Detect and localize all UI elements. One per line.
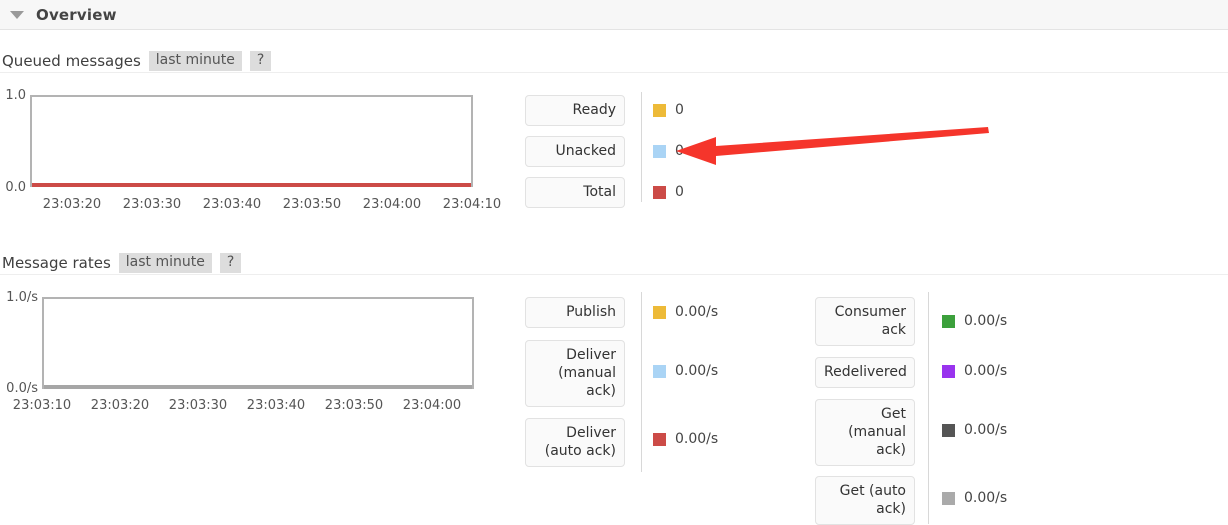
page-title: Overview xyxy=(36,5,117,24)
red-arrow-annotation xyxy=(676,127,989,165)
message-rates-help-icon[interactable]: ? xyxy=(219,252,242,273)
chart1-xtick-0: 23:03:20 xyxy=(42,197,102,212)
legend-button-get-manual-ack[interactable]: Get (manual ack) xyxy=(815,399,915,466)
legend-button-deliver-manual-ack[interactable]: Deliver (manual ack) xyxy=(525,340,625,407)
value-get-manual-ack: 0.00/s xyxy=(964,422,1008,438)
chart2-xtick-1: 23:03:20 xyxy=(90,398,150,413)
value-get-auto-ack: 0.00/s xyxy=(964,490,1008,506)
overview-section-header[interactable]: Overview xyxy=(0,0,1228,30)
legend-button-redelivered[interactable]: Redelivered xyxy=(815,357,915,388)
legend-item-total[interactable]: Total xyxy=(525,177,625,208)
swatch-unacked-icon xyxy=(653,144,666,158)
queued-messages-header: Queued messages last minute ? xyxy=(0,49,1228,73)
swatch-get-manual-ack-icon xyxy=(942,423,955,437)
chart2-plot-area[interactable] xyxy=(42,297,474,389)
value-deliver-manual-ack: 0.00/s xyxy=(675,363,719,379)
legend-item-get-manual-ack[interactable]: Get (manual ack) xyxy=(815,399,915,466)
legend-item-redelivered[interactable]: Redelivered xyxy=(815,357,915,388)
legend-divider-3 xyxy=(928,292,929,524)
value-unacked: 0 xyxy=(675,143,684,159)
legend-value-ready: 0 xyxy=(653,102,684,118)
swatch-total-icon xyxy=(653,185,666,199)
legend-button-deliver-auto-ack[interactable]: Deliver (auto ack) xyxy=(525,418,625,467)
queued-messages-period-badge[interactable]: last minute xyxy=(148,50,242,71)
legend-value-publish: 0.00/s xyxy=(653,304,718,320)
legend-item-deliver-manual-ack[interactable]: Deliver (manual ack) xyxy=(525,340,625,407)
chart2-baseline xyxy=(44,385,472,389)
chart2-xtick-3: 23:03:40 xyxy=(246,398,306,413)
value-publish: 0.00/s xyxy=(675,304,719,320)
value-deliver-auto-ack: 0.00/s xyxy=(675,431,719,447)
legend-item-get-auto-ack[interactable]: Get (auto ack) xyxy=(815,476,915,525)
chart1-ytick-min: 0.0 xyxy=(5,180,26,195)
value-redelivered: 0.00/s xyxy=(964,363,1008,379)
swatch-get-auto-ack-icon xyxy=(942,491,955,505)
legend-item-ready[interactable]: Ready xyxy=(525,95,625,126)
chart2-ytick-min: 0.0/s xyxy=(6,381,38,396)
legend-button-get-auto-ack[interactable]: Get (auto ack) xyxy=(815,476,915,525)
legend-value-unacked: 0 xyxy=(653,143,684,159)
legend-item-publish[interactable]: Publish xyxy=(525,297,625,328)
chart1-xtick-1: 23:03:30 xyxy=(122,197,182,212)
legend-item-consumer-ack[interactable]: Consumer ack xyxy=(815,297,915,346)
triangle-down-icon[interactable] xyxy=(10,10,24,19)
message-rates-label: Message rates xyxy=(2,253,111,272)
legend-button-total[interactable]: Total xyxy=(525,177,625,208)
message-rates-period-badge[interactable]: last minute xyxy=(118,252,212,273)
swatch-publish-icon xyxy=(653,305,666,319)
value-total: 0 xyxy=(675,184,684,200)
chart1-xtick-3: 23:03:50 xyxy=(282,197,342,212)
legend-value-deliver-auto-ack: 0.00/s xyxy=(653,431,718,447)
chart2-xtick-5: 23:04:00 xyxy=(402,398,462,413)
chart2-xtick-2: 23:03:30 xyxy=(168,398,228,413)
chart1-xtick-5: 23:04:10 xyxy=(442,197,502,212)
value-ready: 0 xyxy=(675,102,684,118)
queued-messages-label: Queued messages xyxy=(2,51,141,70)
legend-value-get-auto-ack: 0.00/s xyxy=(942,490,1007,506)
legend-value-total: 0 xyxy=(653,184,684,200)
legend-button-unacked[interactable]: Unacked xyxy=(525,136,625,167)
swatch-deliver-manual-ack-icon xyxy=(653,364,666,378)
chart2-xtick-0: 23:03:10 xyxy=(12,398,72,413)
swatch-deliver-auto-ack-icon xyxy=(653,432,666,446)
queued-messages-help-icon[interactable]: ? xyxy=(249,50,272,71)
legend-value-consumer-ack: 0.00/s xyxy=(942,313,1007,329)
legend-divider-1 xyxy=(641,92,642,202)
legend-value-get-manual-ack: 0.00/s xyxy=(942,422,1007,438)
chart1-xtick-2: 23:03:40 xyxy=(202,197,262,212)
legend-button-publish[interactable]: Publish xyxy=(525,297,625,328)
swatch-redelivered-icon xyxy=(942,364,955,378)
chart2-ytick-max: 1.0/s xyxy=(6,290,38,305)
chart2-xtick-4: 23:03:50 xyxy=(324,398,384,413)
value-consumer-ack: 0.00/s xyxy=(964,313,1008,329)
swatch-consumer-ack-icon xyxy=(942,314,955,328)
chart1-ytick-max: 1.0 xyxy=(5,88,26,103)
legend-value-redelivered: 0.00/s xyxy=(942,363,1007,379)
legend-divider-2 xyxy=(641,292,642,472)
chart1-series-total-line xyxy=(32,183,471,187)
legend-item-deliver-auto-ack[interactable]: Deliver (auto ack) xyxy=(525,418,625,467)
legend-button-consumer-ack[interactable]: Consumer ack xyxy=(815,297,915,346)
legend-button-ready[interactable]: Ready xyxy=(525,95,625,126)
legend-value-deliver-manual-ack: 0.00/s xyxy=(653,363,718,379)
chart1-plot-area[interactable] xyxy=(30,95,473,187)
chart1-xtick-4: 23:04:00 xyxy=(362,197,422,212)
swatch-ready-icon xyxy=(653,103,666,117)
message-rates-header: Message rates last minute ? xyxy=(0,251,1228,275)
legend-item-unacked[interactable]: Unacked xyxy=(525,136,625,167)
